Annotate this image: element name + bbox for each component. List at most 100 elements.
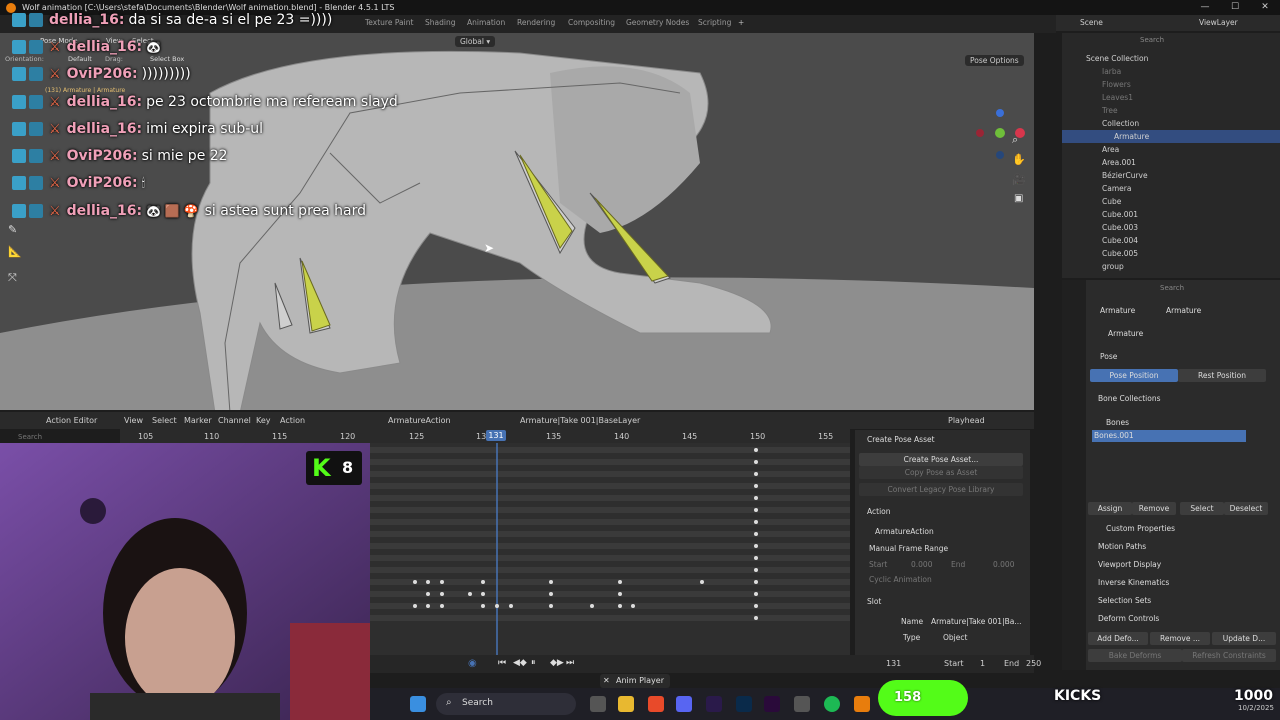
pose-position-button[interactable]: Pose Position: [1090, 369, 1178, 382]
bake-deforms-button[interactable]: Bake Deforms: [1088, 649, 1182, 662]
viewport-display-panel[interactable]: Viewport Display: [1098, 560, 1161, 569]
end-frame-field[interactable]: 250: [1026, 659, 1041, 668]
rest-position-button[interactable]: Rest Position: [1178, 369, 1266, 382]
editor-type-dropdown[interactable]: Action Editor: [46, 416, 97, 425]
create-pose-asset-header[interactable]: Create Pose Asset: [867, 435, 935, 444]
tab-rendering[interactable]: Rendering: [517, 18, 555, 27]
properties-search[interactable]: Search: [1160, 284, 1184, 292]
bone-collections-header[interactable]: Bone Collections: [1098, 394, 1161, 403]
after-effects-icon[interactable]: [706, 696, 722, 712]
add-deform-button[interactable]: Add Defo...: [1088, 632, 1148, 645]
start-frame-field[interactable]: 1: [980, 659, 985, 668]
outliner-item[interactable]: group: [1062, 260, 1280, 273]
deform-controls-panel[interactable]: Deform Controls: [1098, 614, 1159, 623]
maximize-button[interactable]: ☐: [1220, 0, 1250, 15]
slot-panel-header[interactable]: Slot: [867, 597, 881, 606]
add-workspace-icon[interactable]: +: [738, 18, 744, 27]
outliner-item[interactable]: Area: [1062, 143, 1280, 156]
outliner-item[interactable]: Cube.003: [1062, 221, 1280, 234]
end-field[interactable]: 0.000: [993, 560, 1014, 569]
timeline-ruler[interactable]: 125 130 131 135 140 145 150 155: [370, 429, 850, 443]
channel-search[interactable]: Search: [18, 433, 42, 441]
start-field[interactable]: 0.000: [911, 560, 932, 569]
select-button[interactable]: Select: [1180, 502, 1224, 515]
action-name-field[interactable]: ArmatureAction: [388, 416, 451, 425]
brave-browser-icon[interactable]: [648, 696, 664, 712]
outliner-item[interactable]: Leaves1: [1062, 91, 1280, 104]
taskbar-search[interactable]: ⌕ Search: [436, 693, 576, 715]
orientation-dropdown[interactable]: Global ▾: [455, 36, 496, 47]
jump-end-icon[interactable]: ⏭: [566, 658, 574, 668]
outliner-search[interactable]: Search: [1140, 36, 1164, 44]
slot-name-field[interactable]: Armature|Take 001|BaseLayer: [520, 416, 640, 425]
pose-options-dropdown[interactable]: Pose Options: [965, 55, 1024, 66]
assign-button[interactable]: Assign: [1088, 502, 1132, 515]
bone-collection-item-selected[interactable]: Bones.001: [1092, 430, 1246, 442]
next-key-icon[interactable]: ◆▶: [550, 658, 564, 668]
task-view-icon[interactable]: [590, 696, 606, 712]
lock-view-icon[interactable]: ▣: [1014, 193, 1023, 204]
windows-start-icon[interactable]: [410, 696, 426, 712]
current-frame-indicator[interactable]: 131: [486, 430, 506, 441]
anim-player-button[interactable]: ✕ Anim Player: [600, 674, 670, 688]
outliner-item[interactable]: Tree: [1062, 104, 1280, 117]
outliner-item[interactable]: Camera: [1062, 182, 1280, 195]
remove-button[interactable]: Remove: [1132, 502, 1176, 515]
copy-pose-button[interactable]: Copy Pose as Asset: [859, 466, 1023, 479]
outliner-item[interactable]: Area.001: [1062, 156, 1280, 169]
scene-selector[interactable]: Scene: [1080, 18, 1103, 27]
record-icon[interactable]: ◉: [468, 658, 477, 669]
prev-key-icon[interactable]: ◀◆: [513, 658, 527, 668]
selection-sets-panel[interactable]: Selection Sets: [1098, 596, 1151, 605]
dopesheet-area[interactable]: [370, 443, 850, 655]
close-icon[interactable]: ✕: [603, 674, 610, 688]
tab-geometry-nodes[interactable]: Geometry Nodes: [626, 18, 689, 27]
menu-marker[interactable]: Marker: [184, 416, 212, 425]
outliner-root[interactable]: Scene Collection: [1062, 52, 1280, 65]
motion-paths-panel[interactable]: Motion Paths: [1098, 542, 1146, 551]
deselect-button[interactable]: Deselect: [1224, 502, 1268, 515]
menu-view[interactable]: View: [124, 416, 143, 425]
file-explorer-icon[interactable]: [618, 696, 634, 712]
menu-key[interactable]: Key: [256, 416, 271, 425]
armature-name-field[interactable]: Armature: [1108, 329, 1143, 338]
blender-taskbar-icon[interactable]: [854, 696, 870, 712]
convert-library-button[interactable]: Convert Legacy Pose Library: [859, 483, 1023, 496]
cyclic-animation-checkbox[interactable]: Cyclic Animation: [869, 575, 932, 584]
playhead-dropdown[interactable]: Playhead: [948, 416, 985, 425]
minimize-button[interactable]: —: [1190, 0, 1220, 15]
spotify-icon[interactable]: [824, 696, 840, 712]
steam-icon[interactable]: [794, 696, 810, 712]
pan-hand-icon[interactable]: ✋: [1012, 153, 1026, 166]
menu-action[interactable]: Action: [280, 416, 305, 425]
refresh-constraints-button[interactable]: Refresh Constraints: [1182, 649, 1276, 662]
close-button[interactable]: ✕: [1250, 0, 1280, 15]
custom-properties-panel[interactable]: Custom Properties: [1106, 524, 1175, 533]
action-panel-header[interactable]: Action: [867, 507, 891, 516]
menu-select[interactable]: Select: [152, 416, 177, 425]
update-deform-button[interactable]: Update D...: [1212, 632, 1276, 645]
tab-scripting[interactable]: Scripting: [698, 18, 731, 27]
premiere-icon[interactable]: [764, 696, 780, 712]
outliner-item[interactable]: Cube.005: [1062, 247, 1280, 260]
outliner-item-selected[interactable]: Armature: [1062, 130, 1280, 143]
transform-tool-icon[interactable]: ⤧: [8, 271, 17, 285]
outliner-item[interactable]: Cube.001: [1062, 208, 1280, 221]
tab-compositing[interactable]: Compositing: [568, 18, 615, 27]
slot-type-field[interactable]: Object: [943, 633, 967, 642]
manual-frame-range-checkbox[interactable]: Manual Frame Range: [869, 544, 948, 553]
tab-shading[interactable]: Shading: [425, 18, 455, 27]
jump-start-icon[interactable]: ⏮: [498, 658, 506, 668]
discord-icon[interactable]: [676, 696, 692, 712]
camera-view-icon[interactable]: 🎥: [1012, 173, 1026, 186]
action-name[interactable]: ArmatureAction: [875, 527, 934, 536]
properties-tabs[interactable]: [1062, 280, 1086, 670]
zoom-icon[interactable]: ⌕: [1012, 133, 1018, 147]
create-pose-asset-button[interactable]: Create Pose Asset...: [859, 453, 1023, 466]
current-frame-field[interactable]: 131: [886, 659, 901, 668]
photoshop-icon[interactable]: [736, 696, 752, 712]
outliner-item[interactable]: BézierCurve: [1062, 169, 1280, 182]
bone-collection-item[interactable]: Bones: [1106, 418, 1129, 427]
annotate-tool-icon[interactable]: ✎: [8, 223, 17, 236]
outliner-item[interactable]: Collection: [1062, 117, 1280, 130]
